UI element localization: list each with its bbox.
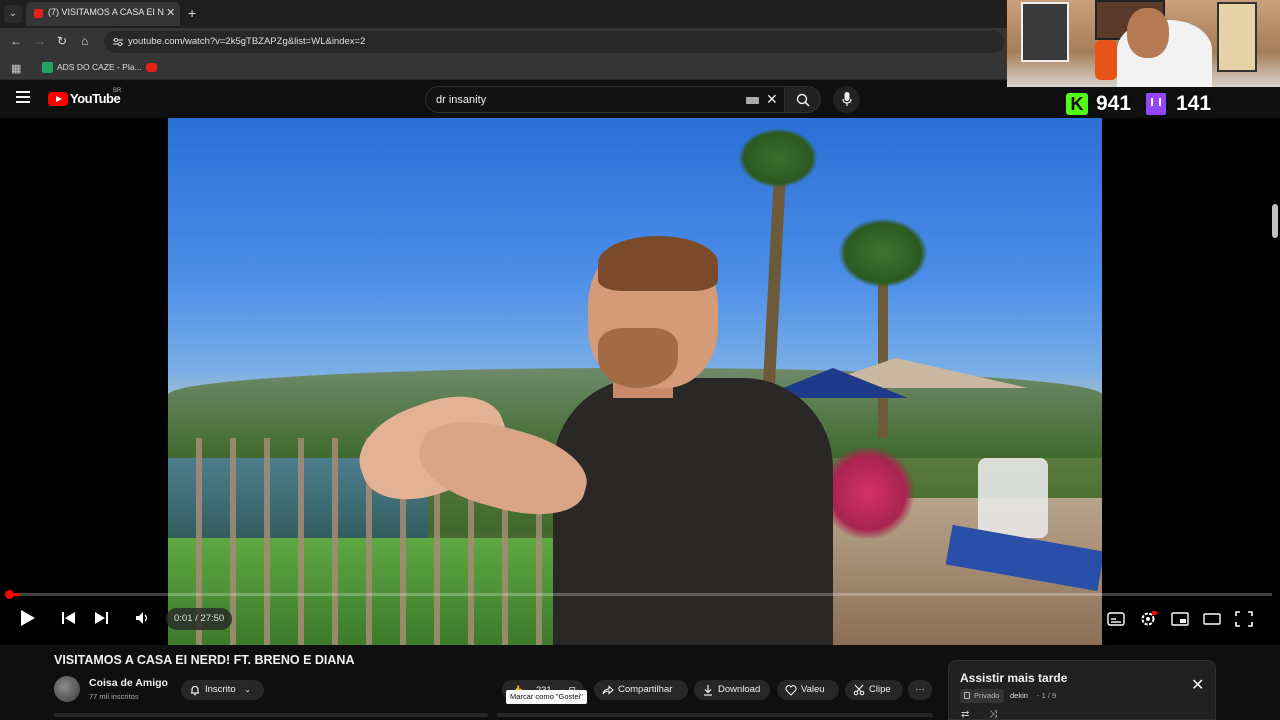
subscribed-label: Inscrito bbox=[205, 684, 236, 695]
video-player[interactable]: 0:01 / 27:50 bbox=[0, 118, 1280, 645]
bookmark-ads-do-caze[interactable]: ADS DO CAZE - Pla... bbox=[57, 62, 142, 72]
subtitles-icon[interactable] bbox=[1107, 611, 1125, 627]
sheets-icon[interactable] bbox=[42, 62, 53, 73]
youtube-logo-icon[interactable] bbox=[48, 92, 68, 106]
streamer-facecam bbox=[1007, 0, 1280, 87]
search-button[interactable] bbox=[785, 86, 821, 113]
heart-dollar-icon bbox=[785, 685, 797, 696]
shuffle-icon[interactable]: ⤨ bbox=[989, 709, 997, 720]
privacy-label: Privado bbox=[974, 691, 1000, 700]
like-tooltip: Marcar como "Gostei" bbox=[506, 690, 587, 704]
download-label: Download bbox=[718, 684, 761, 695]
forward-icon[interactable]: → bbox=[34, 34, 46, 48]
page-scrollbar[interactable] bbox=[1272, 204, 1278, 238]
channel-subscribers: 77 mil inscritos bbox=[89, 692, 139, 701]
playlist-position: - 1 / 9 bbox=[1037, 691, 1057, 700]
home-icon[interactable]: ⌂ bbox=[81, 34, 88, 48]
close-icon[interactable]: ✕ bbox=[1191, 675, 1204, 695]
progress-bar[interactable] bbox=[8, 593, 1272, 596]
settings-gear-icon[interactable] bbox=[1139, 611, 1157, 627]
search-icon bbox=[796, 93, 810, 107]
play-icon[interactable] bbox=[18, 609, 36, 627]
download-icon bbox=[704, 685, 712, 696]
browser-tab[interactable]: (7) VISITAMOS A CASA EI NERD! FT. BRENO … bbox=[26, 2, 180, 26]
microphone-icon bbox=[842, 92, 852, 106]
playlist-title[interactable]: Assistir mais tarde bbox=[960, 671, 1067, 685]
reload-icon[interactable]: ↻ bbox=[57, 34, 67, 48]
playlist-owner[interactable]: dekin bbox=[1010, 691, 1028, 700]
miniplayer-icon[interactable] bbox=[1171, 611, 1189, 627]
twitch-icon bbox=[1146, 93, 1166, 115]
kick-viewer-count: 941 bbox=[1096, 92, 1132, 115]
clip-label: Clipe bbox=[869, 684, 891, 695]
share-label: Compartilhar bbox=[618, 684, 673, 695]
time-display: 0:01 / 27:50 bbox=[166, 608, 233, 630]
video-title: VISITAMOS A CASA EI NERD! FT. BRENO E DI… bbox=[54, 653, 355, 667]
more-icon: ··· bbox=[915, 684, 925, 695]
playlist-panel: Assistir mais tarde Privado dekin - 1 / … bbox=[948, 660, 1216, 720]
download-button[interactable]: Download bbox=[694, 680, 770, 700]
url-text: youtube.com/watch?v=2k5gTBZAPZg&list=WL&… bbox=[128, 36, 366, 47]
subscribed-button[interactable]: Inscrito ⌄ bbox=[181, 680, 264, 700]
tab-list-icon[interactable]: ⌄ bbox=[4, 5, 22, 23]
keyboard-icon[interactable] bbox=[746, 97, 759, 104]
channel-avatar[interactable] bbox=[54, 676, 80, 702]
chevron-down-icon: ⌄ bbox=[244, 685, 251, 694]
youtube-icon[interactable] bbox=[146, 63, 157, 72]
youtube-favicon-icon bbox=[34, 9, 43, 18]
lock-icon bbox=[964, 692, 970, 699]
twitch-viewer-count: 141 bbox=[1176, 92, 1212, 115]
share-button[interactable]: Compartilhar bbox=[594, 680, 688, 700]
more-actions-button[interactable]: ··· bbox=[908, 680, 932, 700]
volume-icon[interactable] bbox=[136, 612, 150, 624]
search-input[interactable] bbox=[436, 94, 736, 106]
comments-preview[interactable] bbox=[497, 713, 933, 717]
bell-icon bbox=[191, 685, 199, 696]
close-icon[interactable]: ✕ bbox=[166, 6, 175, 19]
back-icon[interactable]: ← bbox=[10, 34, 22, 48]
fullscreen-icon[interactable] bbox=[1235, 611, 1253, 627]
apps-icon[interactable]: ▦ bbox=[11, 62, 21, 75]
scrubber-handle[interactable] bbox=[5, 590, 14, 599]
thanks-button[interactable]: Valeu bbox=[777, 680, 839, 700]
site-info-icon[interactable] bbox=[112, 36, 124, 48]
clip-button[interactable]: Clipe bbox=[845, 680, 903, 700]
scissors-icon bbox=[853, 684, 865, 696]
tab-title: (7) VISITAMOS A CASA EI NERD! FT. BRENO … bbox=[48, 7, 164, 17]
hamburger-menu-icon[interactable] bbox=[16, 91, 30, 103]
url-bar[interactable]: youtube.com/watch?v=2k5gTBZAPZg&list=WL&… bbox=[104, 31, 1004, 53]
description-preview[interactable] bbox=[54, 713, 488, 717]
loop-icon[interactable]: ⇄ bbox=[961, 709, 969, 720]
search-box[interactable]: ✕ bbox=[425, 86, 785, 113]
kick-icon: K bbox=[1066, 93, 1088, 115]
video-frame[interactable] bbox=[168, 118, 1102, 645]
channel-name[interactable]: Coisa de Amigo bbox=[89, 677, 168, 689]
plus-icon[interactable]: + bbox=[188, 5, 196, 21]
clear-search-icon[interactable]: ✕ bbox=[766, 91, 778, 108]
previous-icon[interactable] bbox=[62, 612, 76, 624]
theater-mode-icon[interactable] bbox=[1203, 611, 1221, 627]
region-code: BR bbox=[113, 88, 122, 94]
privacy-badge: Privado bbox=[960, 689, 1005, 703]
thanks-label: Valeu bbox=[801, 684, 825, 695]
next-icon[interactable] bbox=[94, 612, 108, 624]
share-icon bbox=[602, 685, 614, 695]
voice-search-button[interactable] bbox=[833, 86, 860, 113]
